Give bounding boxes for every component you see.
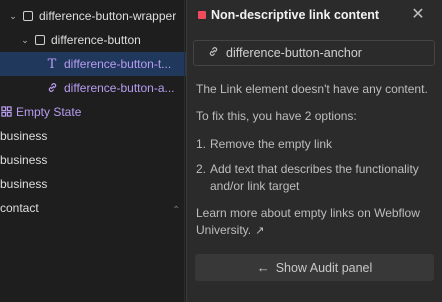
show-audit-panel-button[interactable]: ← Show Audit panel	[195, 254, 434, 281]
drag-handle-icon: ⌃	[172, 205, 181, 216]
nav-item-label: business	[0, 177, 48, 191]
show-audit-panel-label: Show Audit panel	[275, 260, 373, 275]
text-block-icon: T	[47, 56, 57, 72]
chevron-down-icon[interactable]: ⌄	[8, 11, 18, 21]
nav-item-label: business	[0, 153, 48, 167]
div-block-icon	[23, 11, 33, 21]
nav-item-empty-state[interactable]: Empty State	[0, 100, 188, 124]
learn-more-link[interactable]: Learn more about empty links on Webflow …	[196, 205, 428, 240]
nav-item-label: difference-button	[51, 33, 141, 47]
nav-item-difference-button[interactable]: ⌄ difference-button	[0, 28, 188, 52]
nav-item-label: difference-button-a...	[64, 81, 175, 95]
nav-item-label: contact	[0, 201, 39, 215]
error-status-icon	[198, 11, 206, 19]
nav-item-difference-button-wrapper[interactable]: ⌄ difference-button-wrapper	[0, 4, 188, 28]
audit-popover-header: Non-descriptive link content ✕	[187, 0, 442, 30]
navigator-panel: ⌄ difference-button-wrapper ⌄ difference…	[0, 0, 188, 302]
fix-option-text: Remove the empty link	[210, 137, 333, 151]
component-icon	[0, 105, 12, 120]
nav-item-label: Empty State	[16, 105, 82, 119]
fix-option-number: 2.	[196, 162, 207, 176]
fix-intro: To fix this, you have 2 options:	[196, 109, 357, 123]
fix-option-text: Add text that describes the functionalit…	[210, 162, 419, 193]
nav-item-business[interactable]: business	[0, 172, 188, 196]
div-block-icon	[35, 35, 45, 45]
nav-item-difference-button-anchor[interactable]: difference-button-a...	[0, 76, 188, 100]
audit-issue-title: Non-descriptive link content	[211, 8, 380, 22]
divider	[184, 0, 185, 302]
link-icon	[208, 46, 219, 60]
element-reference-button[interactable]: difference-button-anchor	[193, 40, 435, 66]
nav-item-business[interactable]: business	[0, 148, 188, 172]
fix-option: 2. Add text that describes the functiona…	[196, 161, 431, 195]
nav-item-label: difference-button-wrapper	[39, 9, 177, 23]
fix-option: 1. Remove the empty link	[196, 136, 332, 152]
chevron-down-icon[interactable]: ⌄	[20, 35, 30, 45]
close-icon[interactable]: ✕	[409, 6, 427, 24]
nav-item-label: difference-button-t...	[64, 57, 172, 71]
element-reference-label: difference-button-anchor	[226, 46, 362, 60]
nav-item-difference-button-text[interactable]: T difference-button-t...	[0, 52, 188, 76]
external-link-icon: ↗	[255, 225, 265, 237]
arrow-left-icon: ←	[256, 260, 270, 275]
link-icon	[46, 81, 58, 96]
learn-more-text[interactable]: Learn more about empty links on Webflow …	[196, 206, 420, 237]
nav-item-contact[interactable]: contact	[0, 196, 188, 220]
nav-item-business[interactable]: business	[0, 124, 188, 148]
fix-option-number: 1.	[196, 137, 207, 151]
audit-popover: Non-descriptive link content ✕ differenc…	[186, 0, 442, 302]
issue-description: The Link element doesn't have any conten…	[196, 82, 428, 96]
nav-item-label: business	[0, 129, 48, 143]
